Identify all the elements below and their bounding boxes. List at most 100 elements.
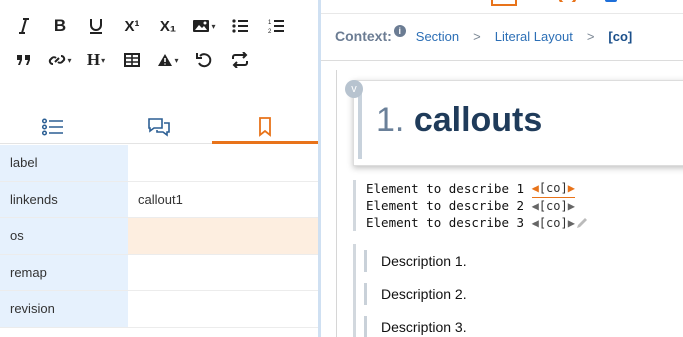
italic-icon bbox=[19, 18, 29, 34]
link-icon bbox=[49, 55, 66, 65]
attribute-value[interactable] bbox=[128, 218, 318, 254]
bullet-list-icon bbox=[232, 19, 248, 33]
image-button[interactable]: ▾ bbox=[186, 12, 222, 40]
attribute-row[interactable]: linkends callout1 bbox=[0, 181, 318, 218]
divider bbox=[321, 60, 683, 61]
subscript-button[interactable]: X₁ bbox=[150, 12, 186, 40]
code-line[interactable]: Element to describe 3 ◀[co]▶ bbox=[366, 214, 673, 231]
superscript-button[interactable]: X¹ bbox=[114, 12, 150, 40]
italic-button[interactable] bbox=[6, 12, 42, 40]
tag-left-icon: ◀ bbox=[531, 181, 539, 195]
code-text: Element to describe 3 bbox=[366, 215, 532, 230]
block-marker bbox=[358, 89, 362, 159]
attribute-row[interactable]: os bbox=[0, 218, 318, 255]
breadcrumb-current: [co] bbox=[608, 28, 633, 44]
list-item[interactable]: Description 2. bbox=[364, 277, 673, 310]
table-icon bbox=[124, 53, 140, 67]
callout-tag-selected[interactable]: ◀[co]▶ bbox=[531, 179, 575, 198]
toolbar-row-1: B X¹ X₁ ▾ 12 bbox=[6, 12, 294, 40]
quote-icon bbox=[17, 55, 30, 65]
attribute-name: linkends bbox=[0, 181, 128, 217]
pdf-export-icon[interactable] bbox=[491, 0, 517, 6]
table-button[interactable] bbox=[114, 46, 150, 74]
attribute-value[interactable] bbox=[128, 145, 318, 181]
tag-left-icon: ◀ bbox=[531, 215, 539, 230]
literal-layout-block[interactable]: Element to describe 1 ◀[co]▶ Element to … bbox=[353, 180, 673, 231]
attribute-row[interactable]: remap bbox=[0, 254, 318, 291]
pencil-icon[interactable] bbox=[575, 217, 589, 229]
code-line[interactable]: Element to describe 1 ◀[co]▶ bbox=[366, 179, 673, 198]
left-panel: B X¹ X₁ ▾ 12 ▾ H ▾ ▾ label linkends call… bbox=[0, 0, 318, 337]
link-button[interactable]: ▾ bbox=[42, 46, 78, 74]
bold-button[interactable]: B bbox=[42, 12, 78, 40]
list-item[interactable]: Description 3. bbox=[364, 310, 673, 337]
callout-tag[interactable]: ◀[co]▶ bbox=[532, 214, 575, 232]
tag-left-icon: ◀ bbox=[531, 198, 539, 213]
info-icon[interactable]: i bbox=[393, 25, 406, 37]
tag-right-icon: ▶ bbox=[567, 198, 575, 213]
bullet-list-button[interactable] bbox=[222, 12, 258, 40]
description-text[interactable]: Description 3. bbox=[381, 319, 467, 335]
attribute-value[interactable] bbox=[128, 291, 318, 327]
description-text[interactable]: Description 2. bbox=[381, 286, 467, 302]
tab-outline[interactable] bbox=[0, 110, 106, 143]
tag-right-icon: ▶ bbox=[567, 215, 575, 230]
svg-text:2: 2 bbox=[268, 29, 272, 34]
admonition-button[interactable]: ▾ bbox=[150, 46, 186, 74]
repeat-icon bbox=[232, 52, 248, 68]
callout-tag-label: [co] bbox=[538, 181, 568, 195]
top-toolbar-partial bbox=[321, 0, 683, 8]
tab-attributes[interactable] bbox=[212, 110, 318, 144]
callout-tag[interactable]: ◀[co]▶ bbox=[532, 197, 575, 215]
block-marker bbox=[364, 315, 367, 337]
undo-button[interactable] bbox=[186, 46, 222, 74]
chevron-down-icon: ▾ bbox=[174, 55, 179, 65]
comments-icon bbox=[148, 117, 170, 137]
underline-button[interactable] bbox=[78, 12, 114, 40]
callout-list: Description 1. Description 2. Descriptio… bbox=[353, 244, 673, 337]
editor-pane: Context: i Section > Literal Layout > [c… bbox=[321, 0, 683, 337]
list-icon bbox=[42, 117, 63, 136]
callout-tag-label: [co] bbox=[538, 198, 568, 213]
attribute-row[interactable]: revision bbox=[0, 291, 318, 328]
context-breadcrumb: Context: i Section > Literal Layout > [c… bbox=[335, 25, 633, 44]
image-icon bbox=[193, 20, 210, 32]
list-item[interactable]: Description 1. bbox=[364, 244, 673, 277]
attributes-table: label linkends callout1 os remap revisio… bbox=[0, 145, 318, 328]
context-label: Context: bbox=[335, 28, 392, 44]
code-line[interactable]: Element to describe 2 ◀[co]▶ bbox=[366, 197, 673, 214]
side-tabs bbox=[0, 110, 318, 144]
section-title-block[interactable]: 1. callouts bbox=[353, 80, 683, 166]
divider bbox=[321, 13, 683, 14]
code-text: Element to describe 2 bbox=[366, 198, 532, 213]
callout-tag-label: [co] bbox=[538, 215, 568, 230]
editor-window: B X¹ X₁ ▾ 12 ▾ H ▾ ▾ label linkends call… bbox=[0, 0, 683, 337]
block-marker bbox=[364, 282, 367, 305]
attribute-value[interactable] bbox=[128, 255, 318, 291]
bookmark-icon bbox=[259, 116, 271, 137]
block-marker bbox=[364, 249, 367, 272]
numbered-list-button[interactable]: 12 bbox=[258, 12, 294, 40]
attribute-value[interactable]: callout1 bbox=[128, 182, 318, 218]
attribute-name: label bbox=[0, 145, 128, 181]
breadcrumb-section[interactable]: Section bbox=[416, 29, 459, 44]
attribute-row[interactable]: label bbox=[0, 145, 318, 182]
description-text[interactable]: Description 1. bbox=[381, 253, 467, 269]
redo-button[interactable] bbox=[222, 46, 258, 74]
auto-checkbox[interactable] bbox=[605, 0, 617, 2]
breadcrumb-literal-layout[interactable]: Literal Layout bbox=[495, 29, 573, 44]
chevron-down-icon: ▾ bbox=[67, 55, 72, 65]
section-title[interactable]: 1. callouts bbox=[376, 101, 542, 140]
heading-button[interactable]: H ▾ bbox=[78, 46, 114, 74]
quote-button[interactable] bbox=[6, 46, 42, 74]
refresh-icon[interactable] bbox=[559, 0, 579, 2]
breadcrumb-separator: > bbox=[473, 28, 481, 44]
bold-icon: B bbox=[53, 16, 67, 35]
tab-comments[interactable] bbox=[106, 110, 212, 143]
subscript-icon: X₁ bbox=[159, 17, 177, 35]
chevron-down-icon: ▾ bbox=[211, 21, 216, 31]
code-text: Element to describe 1 bbox=[366, 181, 532, 196]
section-title-text[interactable]: callouts bbox=[414, 101, 542, 139]
collapse-icon[interactable]: v bbox=[345, 80, 363, 98]
underline-icon bbox=[90, 19, 102, 34]
